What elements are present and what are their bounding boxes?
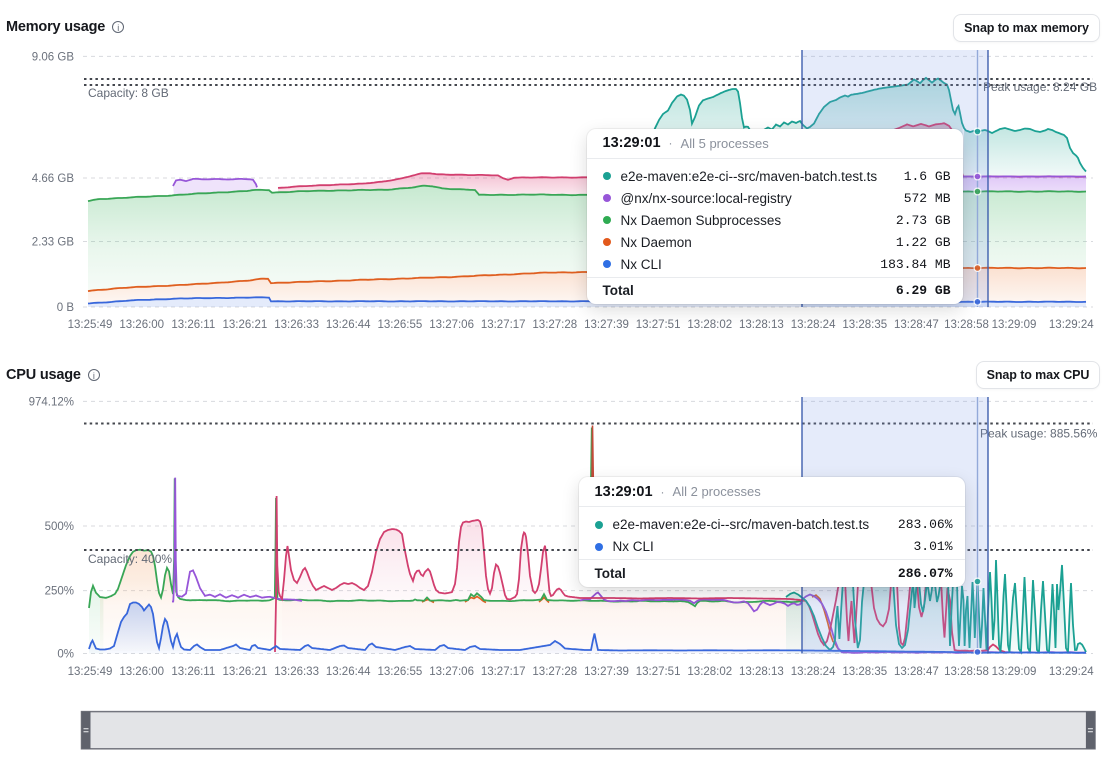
svg-text:13:27:28: 13:27:28 <box>532 666 577 678</box>
svg-text:13:26:00: 13:26:00 <box>119 319 164 331</box>
svg-text:13:26:11: 13:26:11 <box>171 319 215 331</box>
svg-text:Peak usage: 8.24 GB: Peak usage: 8.24 GB <box>983 80 1097 94</box>
svg-text:13:28:02: 13:28:02 <box>687 319 732 331</box>
svg-text:13:27:28: 13:27:28 <box>532 319 577 331</box>
svg-text:2.33 GB: 2.33 GB <box>32 237 75 249</box>
svg-text:4.66 GB: 4.66 GB <box>32 173 75 185</box>
svg-text:13:28:47: 13:28:47 <box>894 319 939 331</box>
svg-text:13:27:51: 13:27:51 <box>636 666 681 678</box>
svg-text:13:29:09: 13:29:09 <box>992 666 1037 678</box>
svg-text:13:28:47: 13:28:47 <box>894 666 939 678</box>
svg-text:500%: 500% <box>45 521 74 533</box>
svg-text:13:27:17: 13:27:17 <box>481 319 526 331</box>
svg-text:13:25:49: 13:25:49 <box>68 666 113 678</box>
svg-text:13:28:24: 13:28:24 <box>791 666 836 678</box>
svg-text:13:26:44: 13:26:44 <box>326 319 371 331</box>
svg-text:Capacity: 400%: Capacity: 400% <box>88 552 172 566</box>
svg-text:13:28:58: 13:28:58 <box>944 666 989 678</box>
svg-text:13:27:06: 13:27:06 <box>429 666 474 678</box>
svg-text:13:29:24: 13:29:24 <box>1049 319 1094 331</box>
svg-text:13:26:55: 13:26:55 <box>378 319 423 331</box>
svg-text:13:28:24: 13:28:24 <box>791 319 836 331</box>
svg-text:13:28:35: 13:28:35 <box>842 666 887 678</box>
svg-text:974.12%: 974.12% <box>29 396 74 408</box>
svg-text:13:27:51: 13:27:51 <box>636 319 681 331</box>
svg-text:13:29:09: 13:29:09 <box>992 319 1037 331</box>
svg-text:Peak usage: 885.56%: Peak usage: 885.56% <box>980 427 1098 441</box>
svg-text:13:28:13: 13:28:13 <box>739 319 784 331</box>
svg-text:13:26:55: 13:26:55 <box>378 666 423 678</box>
svg-text:13:26:44: 13:26:44 <box>326 666 371 678</box>
svg-text:Capacity: 8 GB: Capacity: 8 GB <box>88 86 169 100</box>
svg-text:250%: 250% <box>45 586 74 598</box>
svg-text:13:26:33: 13:26:33 <box>274 319 319 331</box>
svg-text:13:26:11: 13:26:11 <box>171 666 215 678</box>
svg-text:13:26:00: 13:26:00 <box>119 666 164 678</box>
svg-text:13:28:13: 13:28:13 <box>739 666 784 678</box>
svg-text:13:25:49: 13:25:49 <box>68 319 113 331</box>
svg-text:13:27:39: 13:27:39 <box>584 319 629 331</box>
svg-text:13:26:21: 13:26:21 <box>223 666 268 678</box>
svg-text:13:26:21: 13:26:21 <box>223 319 268 331</box>
svg-text:0%: 0% <box>57 649 74 661</box>
svg-text:13:27:06: 13:27:06 <box>429 319 474 331</box>
svg-text:13:27:39: 13:27:39 <box>584 666 629 678</box>
svg-text:13:28:58: 13:28:58 <box>944 319 989 331</box>
svg-text:0 B: 0 B <box>57 302 75 314</box>
svg-text:13:28:02: 13:28:02 <box>687 666 732 678</box>
svg-text:13:28:35: 13:28:35 <box>842 319 887 331</box>
svg-text:9.06 GB: 9.06 GB <box>32 51 75 63</box>
svg-text:13:26:33: 13:26:33 <box>274 666 319 678</box>
svg-text:13:29:24: 13:29:24 <box>1049 666 1094 678</box>
svg-text:13:27:17: 13:27:17 <box>481 666 526 678</box>
